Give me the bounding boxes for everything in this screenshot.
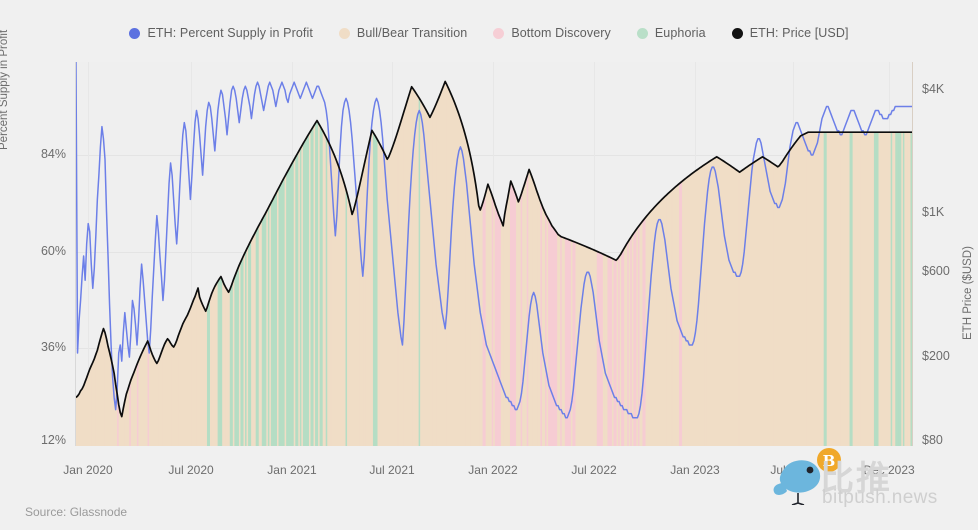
legend-dot-tan-icon [338,27,350,39]
regime-band-group [76,81,912,446]
x-axis-tick-label: Jan 2023 [670,463,720,477]
y-axis-right-tick-label: $600 [922,264,950,278]
y-axis-right-tick-label: $1K [922,205,945,219]
regime-band-transition [118,81,121,446]
y-axis-left-title: Percent Supply in Profit [0,29,10,150]
y-axis-left-tick-label: 12% [40,433,66,447]
legend-dot-green-icon [636,27,648,39]
x-axis-tick-label: Jan 2021 [267,463,317,477]
regime-band-transition [124,81,127,446]
right-axis-spine [912,62,913,446]
y-axis-left-tick-label: 36% [40,340,66,354]
watermark: B 比推 bitpush.news [770,448,970,525]
y-axis-left-tick-label: 60% [40,244,66,258]
legend-label: ETH: Percent Supply in Profit [147,26,313,40]
x-axis-tick-label: Jul 2020 [168,463,214,477]
source-note: Source: Glassnode [25,505,128,519]
legend-item-bull-bear-transition[interactable]: Bull/Bear Transition [338,26,468,40]
regime-band-transition [79,81,82,446]
legend-dot-pink-icon [493,27,505,39]
regime-band-transition [77,81,80,446]
y-axis-right-tick-label: $80 [922,433,943,447]
y-axis-left-tick-label: 84% [40,147,66,161]
legend-label: Euphoria [654,26,706,40]
legend-item-supply-in-profit[interactable]: ETH: Percent Supply in Profit [129,26,313,40]
y-axis-right-tick-label: $4K [922,82,945,96]
regime-band-transition [121,81,124,446]
legend-label: Bull/Bear Transition [356,26,468,40]
legend-label: Bottom Discovery [511,26,611,40]
regime-band-transition [120,81,123,446]
chart-page: ETH: Percent Supply in Profit Bull/Bear … [0,0,978,530]
chart-legend: ETH: Percent Supply in Profit Bull/Bear … [0,23,978,43]
legend-item-euphoria[interactable]: Euphoria [636,26,706,40]
watermark-url-text: bitpush.news [822,487,938,508]
plot-area[interactable] [76,62,912,446]
regime-band-transition [123,81,126,446]
legend-item-bottom-discovery[interactable]: Bottom Discovery [493,26,611,40]
y-axis-right-title: ETH Price ($USD) [962,246,974,340]
x-axis-tick-label: Jan 2022 [468,463,518,477]
legend-label: ETH: Price [USD] [749,26,849,40]
x-axis-tick-label: Jan 2020 [63,463,113,477]
x-axis-tick-label: Jul 2021 [369,463,415,477]
regime-band-euphoria [910,81,912,446]
x-axis-tick-label: Jul 2022 [571,463,617,477]
legend-dot-black-icon [731,27,743,39]
legend-item-eth-price[interactable]: ETH: Price [USD] [731,26,849,40]
legend-dot-blue-icon [129,27,141,39]
series-layer [76,62,912,446]
y-axis-right-tick-label: $200 [922,349,950,363]
